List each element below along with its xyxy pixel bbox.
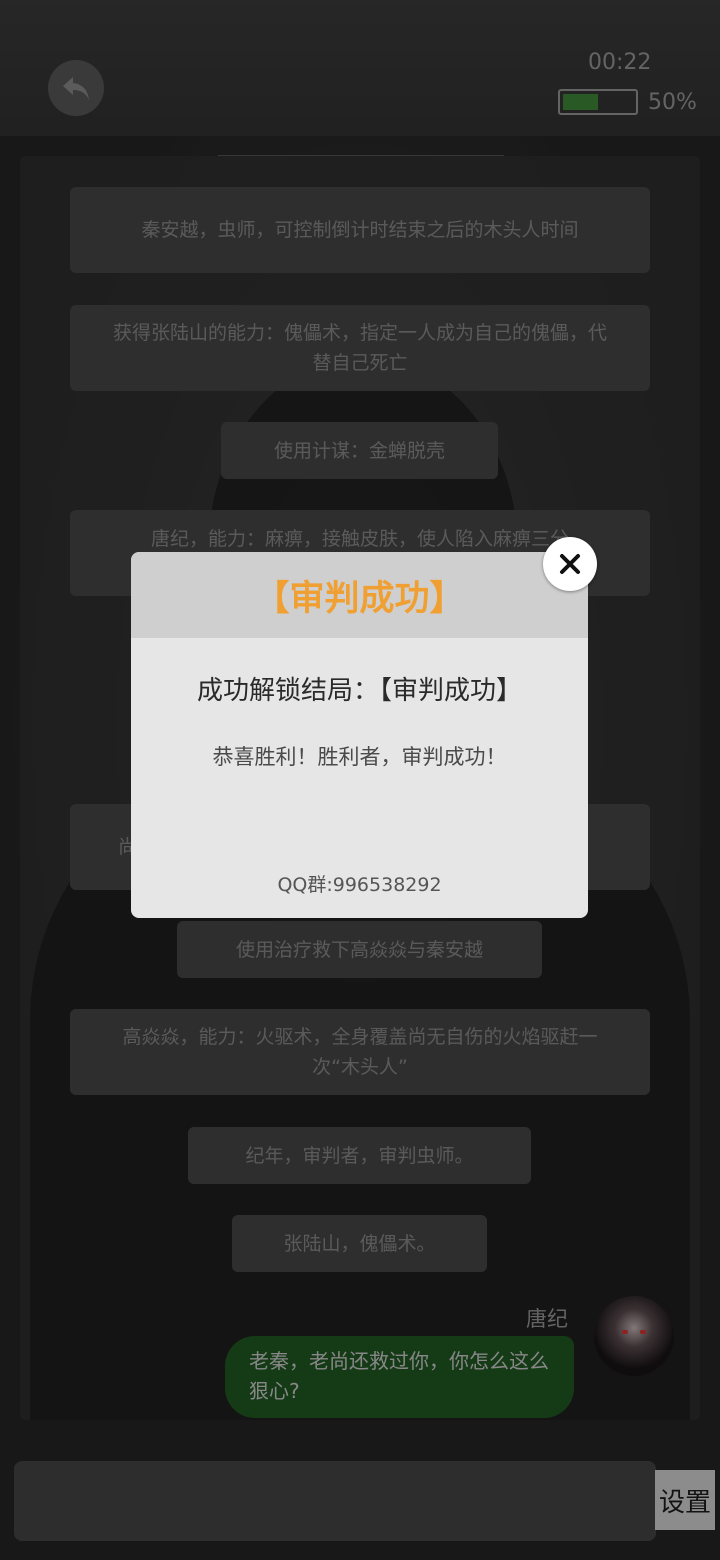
- qq-group-text: QQ群:996538292: [277, 874, 442, 896]
- dialog-title: 【审判成功】: [131, 552, 588, 638]
- dialog-message: 恭喜胜利！胜利者，审判成功！: [212, 745, 507, 769]
- dialog-subtitle: 成功解锁结局：【审判成功】: [196, 676, 522, 706]
- result-dialog: 【审判成功】 成功解锁结局：【审判成功】 恭喜胜利！胜利者，审判成功！ QQ群:…: [131, 552, 588, 918]
- close-icon: [560, 554, 580, 574]
- close-button[interactable]: [543, 537, 597, 591]
